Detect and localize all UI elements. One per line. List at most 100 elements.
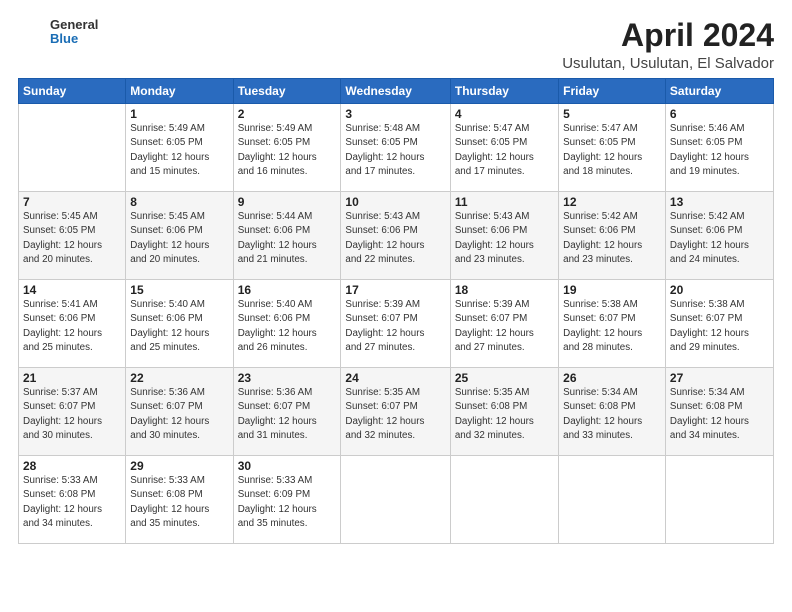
day-number-25: 25: [455, 371, 554, 385]
day-detail-11: Sunrise: 5:43 AMSunset: 6:06 PMDaylight:…: [455, 210, 554, 267]
day-number-7: 7: [23, 195, 121, 209]
day-detail-2: Sunrise: 5:49 AMSunset: 6:05 PMDaylight:…: [238, 122, 337, 179]
logo-general-text: General: [50, 18, 98, 32]
calendar-cell-w2-d1: 7Sunrise: 5:45 AMSunset: 6:05 PMDaylight…: [19, 192, 126, 280]
calendar-cell-w4-d1: 21Sunrise: 5:37 AMSunset: 6:07 PMDayligh…: [19, 368, 126, 456]
day-detail-23: Sunrise: 5:36 AMSunset: 6:07 PMDaylight:…: [238, 386, 337, 443]
calendar-cell-w2-d6: 12Sunrise: 5:42 AMSunset: 6:06 PMDayligh…: [559, 192, 666, 280]
day-detail-25: Sunrise: 5:35 AMSunset: 6:08 PMDaylight:…: [455, 386, 554, 443]
calendar-cell-w3-d2: 15Sunrise: 5:40 AMSunset: 6:06 PMDayligh…: [126, 280, 233, 368]
calendar-header-row: Sunday Monday Tuesday Wednesday Thursday…: [19, 79, 774, 104]
day-detail-9: Sunrise: 5:44 AMSunset: 6:06 PMDaylight:…: [238, 210, 337, 267]
day-number-19: 19: [563, 283, 661, 297]
day-number-14: 14: [23, 283, 121, 297]
day-detail-17: Sunrise: 5:39 AMSunset: 6:07 PMDaylight:…: [345, 298, 445, 355]
calendar-cell-w2-d7: 13Sunrise: 5:42 AMSunset: 6:06 PMDayligh…: [665, 192, 773, 280]
day-detail-10: Sunrise: 5:43 AMSunset: 6:06 PMDaylight:…: [345, 210, 445, 267]
calendar-cell-w1-d2: 1Sunrise: 5:49 AMSunset: 6:05 PMDaylight…: [126, 104, 233, 192]
day-number-13: 13: [670, 195, 769, 209]
header-monday: Monday: [126, 79, 233, 104]
day-number-10: 10: [345, 195, 445, 209]
day-number-4: 4: [455, 107, 554, 121]
day-detail-24: Sunrise: 5:35 AMSunset: 6:07 PMDaylight:…: [345, 386, 445, 443]
day-detail-20: Sunrise: 5:38 AMSunset: 6:07 PMDaylight:…: [670, 298, 769, 355]
day-detail-14: Sunrise: 5:41 AMSunset: 6:06 PMDaylight:…: [23, 298, 121, 355]
day-number-29: 29: [130, 459, 228, 473]
day-detail-1: Sunrise: 5:49 AMSunset: 6:05 PMDaylight:…: [130, 122, 228, 179]
calendar-cell-w3-d4: 17Sunrise: 5:39 AMSunset: 6:07 PMDayligh…: [341, 280, 450, 368]
day-number-8: 8: [130, 195, 228, 209]
day-number-17: 17: [345, 283, 445, 297]
calendar-cell-w5-d5: [450, 456, 558, 544]
header: General Blue April 2024 Usulutan, Usulut…: [18, 18, 774, 72]
day-detail-18: Sunrise: 5:39 AMSunset: 6:07 PMDaylight:…: [455, 298, 554, 355]
day-detail-19: Sunrise: 5:38 AMSunset: 6:07 PMDaylight:…: [563, 298, 661, 355]
logo-text: General Blue: [50, 18, 98, 47]
calendar-cell-w5-d6: [559, 456, 666, 544]
day-number-23: 23: [238, 371, 337, 385]
day-number-5: 5: [563, 107, 661, 121]
day-number-6: 6: [670, 107, 769, 121]
calendar-cell-w4-d7: 27Sunrise: 5:34 AMSunset: 6:08 PMDayligh…: [665, 368, 773, 456]
calendar-cell-w2-d2: 8Sunrise: 5:45 AMSunset: 6:06 PMDaylight…: [126, 192, 233, 280]
logo-blue-text: Blue: [50, 32, 98, 46]
day-number-12: 12: [563, 195, 661, 209]
day-detail-16: Sunrise: 5:40 AMSunset: 6:06 PMDaylight:…: [238, 298, 337, 355]
month-title: April 2024: [562, 18, 774, 53]
calendar-cell-w1-d7: 6Sunrise: 5:46 AMSunset: 6:05 PMDaylight…: [665, 104, 773, 192]
header-thursday: Thursday: [450, 79, 558, 104]
day-detail-28: Sunrise: 5:33 AMSunset: 6:08 PMDaylight:…: [23, 474, 121, 531]
calendar-cell-w1-d6: 5Sunrise: 5:47 AMSunset: 6:05 PMDaylight…: [559, 104, 666, 192]
calendar-cell-w5-d4: [341, 456, 450, 544]
calendar-cell-w4-d6: 26Sunrise: 5:34 AMSunset: 6:08 PMDayligh…: [559, 368, 666, 456]
calendar-cell-w3-d3: 16Sunrise: 5:40 AMSunset: 6:06 PMDayligh…: [233, 280, 341, 368]
calendar-table: Sunday Monday Tuesday Wednesday Thursday…: [18, 78, 774, 544]
day-detail-8: Sunrise: 5:45 AMSunset: 6:06 PMDaylight:…: [130, 210, 228, 267]
day-detail-15: Sunrise: 5:40 AMSunset: 6:06 PMDaylight:…: [130, 298, 228, 355]
day-number-22: 22: [130, 371, 228, 385]
logo-icon: [18, 18, 46, 46]
day-number-28: 28: [23, 459, 121, 473]
calendar-cell-w4-d4: 24Sunrise: 5:35 AMSunset: 6:07 PMDayligh…: [341, 368, 450, 456]
day-number-1: 1: [130, 107, 228, 121]
day-number-3: 3: [345, 107, 445, 121]
header-wednesday: Wednesday: [341, 79, 450, 104]
calendar-cell-w1-d3: 2Sunrise: 5:49 AMSunset: 6:05 PMDaylight…: [233, 104, 341, 192]
calendar-week-3: 14Sunrise: 5:41 AMSunset: 6:06 PMDayligh…: [19, 280, 774, 368]
calendar-cell-w2-d3: 9Sunrise: 5:44 AMSunset: 6:06 PMDaylight…: [233, 192, 341, 280]
day-number-30: 30: [238, 459, 337, 473]
calendar-week-1: 1Sunrise: 5:49 AMSunset: 6:05 PMDaylight…: [19, 104, 774, 192]
day-number-21: 21: [23, 371, 121, 385]
day-number-24: 24: [345, 371, 445, 385]
calendar-cell-w5-d1: 28Sunrise: 5:33 AMSunset: 6:08 PMDayligh…: [19, 456, 126, 544]
calendar-week-2: 7Sunrise: 5:45 AMSunset: 6:05 PMDaylight…: [19, 192, 774, 280]
calendar-cell-w3-d7: 20Sunrise: 5:38 AMSunset: 6:07 PMDayligh…: [665, 280, 773, 368]
day-number-27: 27: [670, 371, 769, 385]
day-detail-6: Sunrise: 5:46 AMSunset: 6:05 PMDaylight:…: [670, 122, 769, 179]
calendar-cell-w5-d2: 29Sunrise: 5:33 AMSunset: 6:08 PMDayligh…: [126, 456, 233, 544]
day-number-26: 26: [563, 371, 661, 385]
day-number-11: 11: [455, 195, 554, 209]
calendar-cell-w4-d5: 25Sunrise: 5:35 AMSunset: 6:08 PMDayligh…: [450, 368, 558, 456]
title-block: April 2024 Usulutan, Usulutan, El Salvad…: [562, 18, 774, 72]
day-number-9: 9: [238, 195, 337, 209]
day-detail-3: Sunrise: 5:48 AMSunset: 6:05 PMDaylight:…: [345, 122, 445, 179]
day-detail-22: Sunrise: 5:36 AMSunset: 6:07 PMDaylight:…: [130, 386, 228, 443]
calendar-cell-w4-d2: 22Sunrise: 5:36 AMSunset: 6:07 PMDayligh…: [126, 368, 233, 456]
calendar-cell-w3-d1: 14Sunrise: 5:41 AMSunset: 6:06 PMDayligh…: [19, 280, 126, 368]
day-number-2: 2: [238, 107, 337, 121]
header-saturday: Saturday: [665, 79, 773, 104]
calendar-cell-w4-d3: 23Sunrise: 5:36 AMSunset: 6:07 PMDayligh…: [233, 368, 341, 456]
calendar-cell-w5-d3: 30Sunrise: 5:33 AMSunset: 6:09 PMDayligh…: [233, 456, 341, 544]
day-number-16: 16: [238, 283, 337, 297]
calendar-cell-w3-d6: 19Sunrise: 5:38 AMSunset: 6:07 PMDayligh…: [559, 280, 666, 368]
calendar-cell-w2-d4: 10Sunrise: 5:43 AMSunset: 6:06 PMDayligh…: [341, 192, 450, 280]
header-sunday: Sunday: [19, 79, 126, 104]
day-number-15: 15: [130, 283, 228, 297]
day-number-20: 20: [670, 283, 769, 297]
day-detail-26: Sunrise: 5:34 AMSunset: 6:08 PMDaylight:…: [563, 386, 661, 443]
day-detail-7: Sunrise: 5:45 AMSunset: 6:05 PMDaylight:…: [23, 210, 121, 267]
day-detail-30: Sunrise: 5:33 AMSunset: 6:09 PMDaylight:…: [238, 474, 337, 531]
day-number-18: 18: [455, 283, 554, 297]
day-detail-13: Sunrise: 5:42 AMSunset: 6:06 PMDaylight:…: [670, 210, 769, 267]
